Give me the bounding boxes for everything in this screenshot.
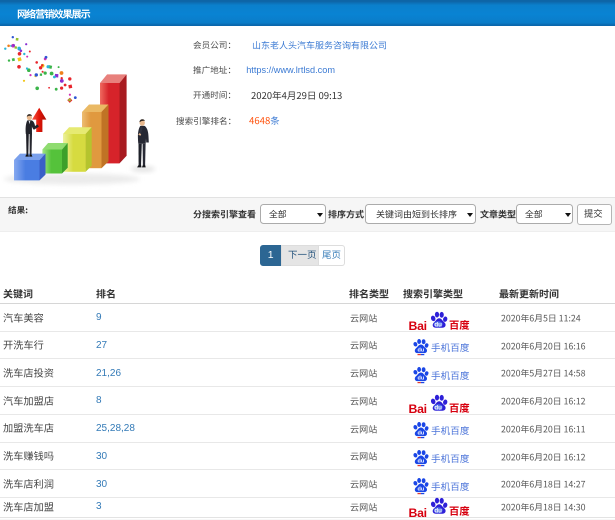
svg-text:du: du <box>417 375 424 381</box>
svg-text:du: du <box>435 404 443 411</box>
svg-text:du: du <box>417 458 424 464</box>
svg-text:du: du <box>417 486 424 492</box>
svg-text:du: du <box>417 348 424 354</box>
svg-text:du: du <box>417 431 424 437</box>
svg-text:du: du <box>435 321 443 328</box>
svg-text:du: du <box>435 508 443 515</box>
